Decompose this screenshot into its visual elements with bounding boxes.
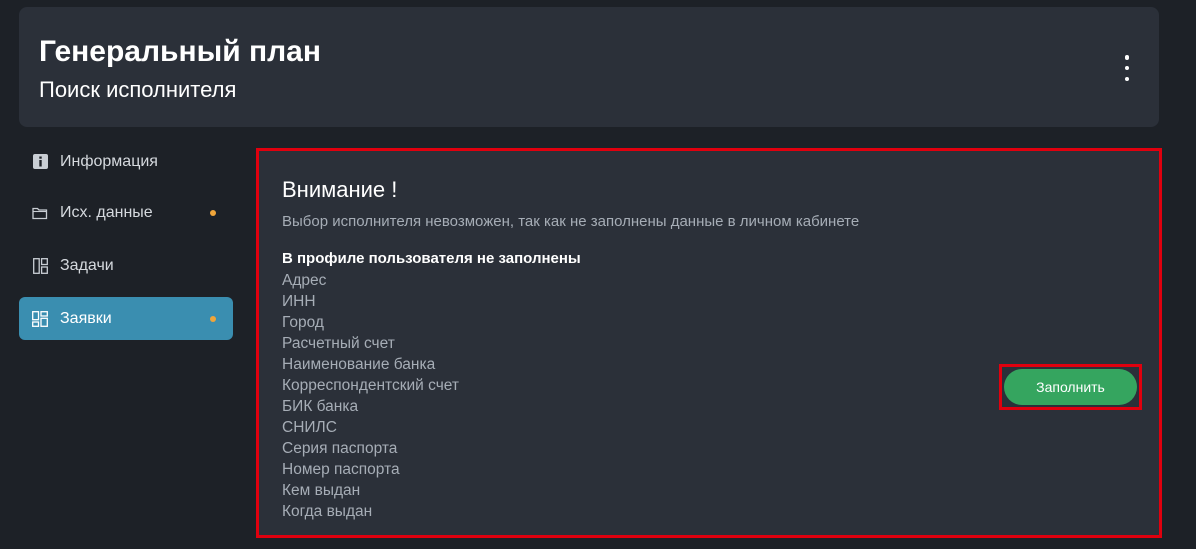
sidebar-item-label: Задачи [60,256,114,274]
warning-card: Внимание ! Выбор исполнителя невозможен,… [256,148,1162,538]
list-item: Наименование банка [282,356,436,373]
warning-message: Выбор исполнителя невозможен, так как не… [282,213,860,230]
page-header: Генеральный план Поиск исполнителя [19,7,1159,127]
notification-badge [210,315,216,322]
sidebar-item-requests[interactable]: Заявки [19,297,233,340]
info-icon [32,154,48,170]
sidebar-item-label: Информация [60,152,158,170]
sidebar-item-tasks[interactable]: Задачи [19,244,233,287]
list-item: БИК банка [282,398,359,415]
fill-button-highlight: Заполнить [999,364,1142,410]
list-item: Расчетный счет [282,335,395,352]
list-item: ИНН [282,293,316,310]
more-vertical-icon[interactable] [1117,55,1137,81]
layout-icon [32,257,48,274]
missing-fields-title: В профиле пользователя не заполнены [282,250,581,267]
page-subtitle: Поиск исполнителя [39,77,237,102]
fill-profile-button[interactable]: Заполнить [1004,369,1137,405]
page-title: Генеральный план [39,35,321,68]
list-item: Кем выдан [282,482,361,499]
list-item: Город [282,314,324,331]
warning-heading: Внимание ! [282,177,398,202]
sidebar-item-label: Заявки [60,309,112,327]
notification-badge [210,209,216,216]
dashboard-icon [32,310,48,327]
list-item: Когда выдан [282,503,373,520]
list-item: Адрес [282,272,327,289]
missing-fields-list: Адрес ИНН Город Расчетный счет Наименова… [282,270,459,522]
list-item: Номер паспорта [282,461,400,478]
folder-icon [32,205,48,221]
list-item: Корреспондентский счет [282,377,459,394]
sidebar-item-label: Исх. данные [60,203,153,221]
sidebar-item-info[interactable]: Информация [19,140,233,183]
sidebar-item-source-data[interactable]: Исх. данные [19,191,233,234]
list-item: Серия паспорта [282,440,398,457]
list-item: СНИЛС [282,419,337,436]
